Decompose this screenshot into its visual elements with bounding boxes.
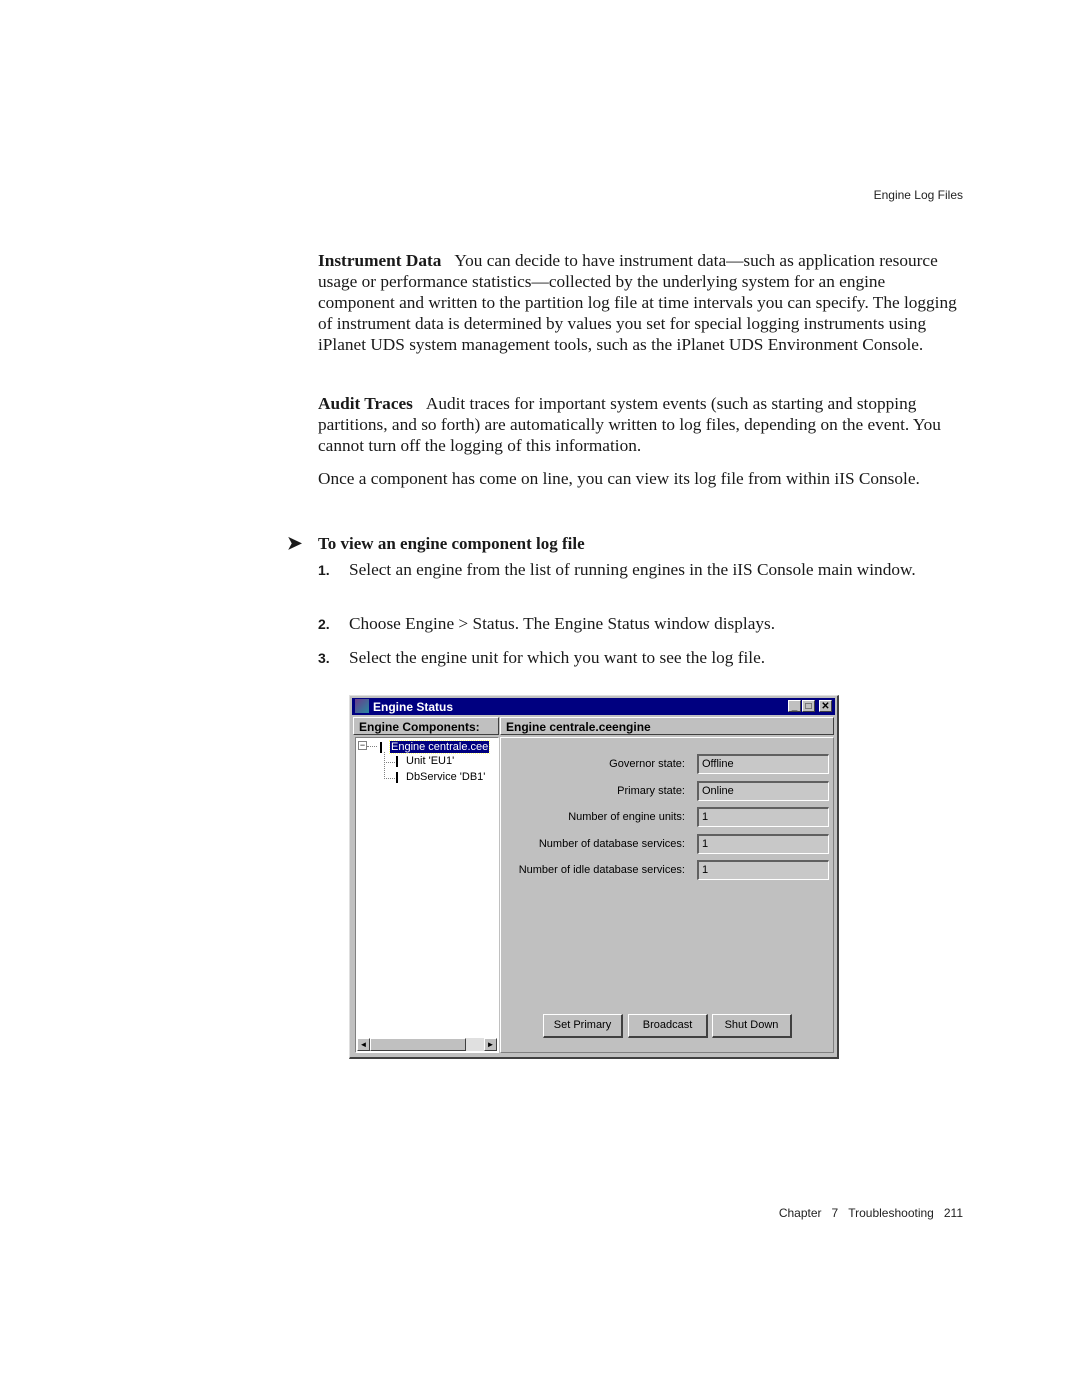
engine-units-row: Number of engine units: 1 — [501, 807, 833, 827]
procedure-step: 2. Choose Engine > Status. The Engine St… — [318, 613, 963, 634]
horizontal-scrollbar[interactable]: ◄ ► — [357, 1038, 497, 1051]
page-footer: Chapter 7 Troubleshooting 211 — [769, 1206, 963, 1220]
tree-item-dbservice[interactable]: DbService 'DB1' — [396, 770, 485, 784]
node-icon — [396, 755, 398, 767]
field-label: Number of database services: — [538, 838, 685, 850]
scroll-left-icon[interactable]: ◄ — [357, 1038, 370, 1051]
scroll-thumb[interactable] — [370, 1038, 466, 1051]
step-text: Choose Engine > Status. The Engine Statu… — [349, 614, 776, 633]
page-number: 211 — [943, 1206, 963, 1220]
engine-detail-panel: Governor state: Offline Primary state: O… — [500, 737, 834, 1053]
paragraph-text: Once a component has come on line, you c… — [318, 469, 920, 488]
procedure-step: 1. Select an engine from the list of run… — [318, 559, 963, 580]
step-text: Select the engine unit for which you wan… — [349, 648, 766, 667]
minimize-button[interactable]: _ — [788, 700, 801, 712]
engine-units-field: 1 — [697, 807, 829, 827]
lead-term: Instrument Data — [318, 251, 442, 270]
governor-state-row: Governor state: Offline — [501, 754, 833, 774]
node-icon — [396, 771, 398, 783]
paragraph-instrument-data: Instrument Data You can decide to have i… — [318, 250, 963, 355]
paragraph-view-log: Once a component has come on line, you c… — [318, 468, 963, 489]
step-text: Select an engine from the list of runnin… — [349, 560, 916, 579]
lead-term: Audit Traces — [318, 394, 413, 413]
chapter-title: Troubleshooting — [848, 1206, 934, 1220]
field-label: Governor state: — [609, 758, 685, 770]
shut-down-button[interactable]: Shut Down — [712, 1014, 792, 1038]
chapter-label: Chapter — [778, 1206, 822, 1220]
procedure-title: To view an engine component log file — [318, 534, 585, 553]
tree-item-engine[interactable]: Engine centrale.cee — [380, 740, 491, 754]
engine-components-header: Engine Components: — [353, 717, 499, 735]
chapter-number: 7 — [831, 1206, 839, 1220]
step-number: 1. — [318, 562, 330, 578]
primary-state-field: Online — [697, 781, 829, 801]
collapse-icon[interactable]: − — [358, 741, 367, 750]
field-label: Primary state: — [617, 785, 685, 797]
tree-item-unit[interactable]: Unit 'EU1' — [396, 754, 454, 768]
close-button[interactable]: ✕ — [819, 700, 832, 712]
app-icon — [355, 699, 369, 713]
set-primary-button[interactable]: Set Primary — [543, 1014, 623, 1038]
field-label: Number of engine units: — [568, 811, 685, 823]
primary-state-row: Primary state: Online — [501, 781, 833, 801]
engine-name-header: Engine centrale.ceengine — [500, 717, 834, 735]
procedure-heading: ➤ To view an engine component log file — [287, 533, 585, 554]
step-number: 2. — [318, 616, 330, 632]
tree-item-label: Engine centrale.cee — [388, 740, 491, 754]
engine-status-window: Engine Status _ □ ✕ Engine Components: E… — [349, 695, 839, 1059]
running-head: Engine Log Files — [873, 188, 963, 202]
tree-item-label: DbService 'DB1' — [406, 771, 486, 783]
paragraph-audit-traces: Audit Traces Audit traces for important … — [318, 393, 963, 456]
database-services-row: Number of database services: 1 — [501, 834, 833, 854]
broadcast-button[interactable]: Broadcast — [628, 1014, 708, 1038]
idle-database-services-field: 1 — [697, 860, 829, 880]
governor-state-field: Offline — [697, 754, 829, 774]
node-icon — [380, 741, 382, 753]
procedure-step: 3. Select the engine unit for which you … — [318, 647, 963, 668]
component-tree[interactable]: − Engine centrale.cee Unit 'EU1' DbServi… — [355, 737, 499, 1053]
idle-database-services-row: Number of idle database services: 1 — [501, 860, 833, 880]
scroll-right-icon[interactable]: ► — [484, 1038, 497, 1051]
tree-item-label: Unit 'EU1' — [406, 755, 455, 767]
tree-connector — [367, 746, 377, 747]
maximize-button[interactable]: □ — [802, 700, 815, 712]
window-title: Engine Status — [373, 700, 454, 714]
field-label: Number of idle database services: — [518, 864, 685, 876]
tree-connector — [384, 762, 395, 779]
window-titlebar[interactable]: Engine Status _ □ ✕ — [352, 698, 835, 715]
database-services-field: 1 — [697, 834, 829, 854]
arrow-icon: ➤ — [287, 533, 303, 553]
step-number: 3. — [318, 650, 330, 666]
